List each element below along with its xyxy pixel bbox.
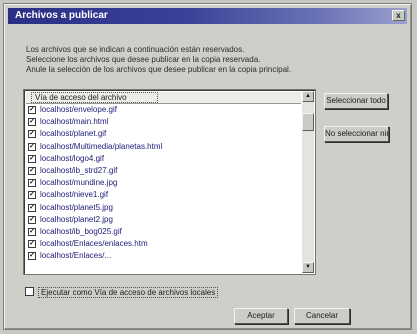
list-item[interactable]: ✓ localhost/planet5.jpg (28, 202, 301, 214)
item-checkbox[interactable]: ✓ (28, 142, 36, 151)
list-item[interactable]: ✓ localhost/ib_bog025.gif (28, 226, 301, 238)
local-path-label[interactable]: Ejecutar como Vía de acceso de archivos … (38, 287, 219, 298)
item-checkbox[interactable]: ✓ (28, 191, 36, 200)
item-path: localhost/Multimedia/planetas.html (40, 141, 163, 151)
file-rows: ✓ localhost/envelope.gif ✓ localhost/main.… (28, 104, 301, 262)
item-checkbox[interactable]: ✓ (28, 154, 36, 163)
item-path: localhost/ib_strd27.gif (40, 165, 118, 175)
deselect-all-button[interactable]: No seleccionar ninguno (324, 126, 389, 142)
list-item[interactable]: ✓ localhost/logo4.gif (28, 153, 301, 165)
item-path: localhost/mundine.jpg (40, 178, 118, 188)
cancel-button[interactable]: Cancelar (294, 308, 350, 324)
list-item[interactable]: ✓ localhost/Multimedia/planetas.html (28, 141, 301, 153)
item-path: localhost/Enlaces/... (40, 251, 112, 261)
item-checkbox[interactable]: ✓ (28, 106, 36, 114)
item-path: localhost/planet5.jpg (40, 202, 113, 212)
item-checkbox[interactable]: ✓ (28, 166, 36, 175)
list-item[interactable]: ✓ localhost/mundine.jpg (28, 177, 301, 189)
item-checkbox[interactable]: ✓ (28, 130, 36, 139)
list-item[interactable]: ✓ localhost/nieve1.gif (28, 189, 301, 201)
item-checkbox[interactable]: ✓ (28, 240, 36, 249)
item-path: localhost/logo4.gif (40, 153, 105, 163)
scroll-down-arrow-icon[interactable]: ▼ (302, 262, 314, 273)
item-path: localhost/Enlaces/enlaces.htm (40, 239, 148, 249)
item-checkbox[interactable]: ✓ (28, 179, 36, 188)
item-path: localhost/planet2.jpg (40, 214, 113, 224)
close-button[interactable]: x (392, 10, 405, 21)
list-item[interactable]: ✓ localhost/Enlaces/... (28, 250, 301, 262)
dialog-title: Archivos a publicar (15, 10, 108, 21)
item-checkbox[interactable]: ✓ (28, 227, 36, 236)
item-checkbox[interactable]: ✓ (28, 215, 36, 224)
item-checkbox[interactable]: ✓ (28, 118, 36, 127)
list-item[interactable]: ✓ localhost/main.html (28, 116, 301, 128)
instructions-line: Seleccione los archivos que desee public… (26, 55, 261, 64)
item-checkbox[interactable]: ✓ (28, 252, 36, 261)
item-path: localhost/main.html (40, 117, 109, 127)
scroll-up-arrow-icon[interactable]: ▲ (302, 91, 314, 102)
file-list[interactable]: Vía de acceso del archivo ✓ localhost/env… (23, 89, 316, 275)
item-checkbox[interactable]: ✓ (28, 203, 36, 212)
list-scrollbar[interactable]: ▲ ▼ (302, 91, 314, 273)
instructions-line: Los archivos que se indican a continuaci… (26, 45, 245, 54)
item-path: localhost/nieve1.gif (40, 190, 109, 200)
instructions-line: Anule la selección de los archivos que d… (26, 65, 292, 74)
list-item[interactable]: ✓ localhost/planet.gif (28, 128, 301, 140)
select-all-button[interactable]: Seleccionar todo (324, 93, 388, 109)
column-header-path[interactable]: Vía de acceso del archivo (31, 92, 158, 103)
local-path-checkbox[interactable] (25, 287, 34, 296)
title-bar[interactable]: Archivos a publicar x (8, 8, 407, 24)
list-column-header[interactable]: Vía de acceso del archivo (26, 92, 301, 104)
item-path: localhost/ib_bog025.gif (40, 226, 122, 236)
instructions-text: Los archivos que se indican a continuaci… (26, 45, 316, 75)
item-path: localhost/planet.gif (40, 129, 107, 139)
list-item[interactable]: ✓ localhost/ib_strd27.gif (28, 165, 301, 177)
scroll-thumb[interactable] (302, 113, 314, 131)
accept-button[interactable]: Aceptar (234, 308, 288, 324)
list-item[interactable]: ✓ localhost/envelope.gif (28, 104, 301, 116)
list-item[interactable]: ✓ localhost/planet2.jpg (28, 214, 301, 226)
list-item[interactable]: ✓ localhost/Enlaces/enlaces.htm (28, 238, 301, 250)
publish-files-dialog: Archivos a publicar x Los archivos que s… (3, 3, 412, 330)
item-path: localhost/envelope.gif (40, 105, 117, 114)
